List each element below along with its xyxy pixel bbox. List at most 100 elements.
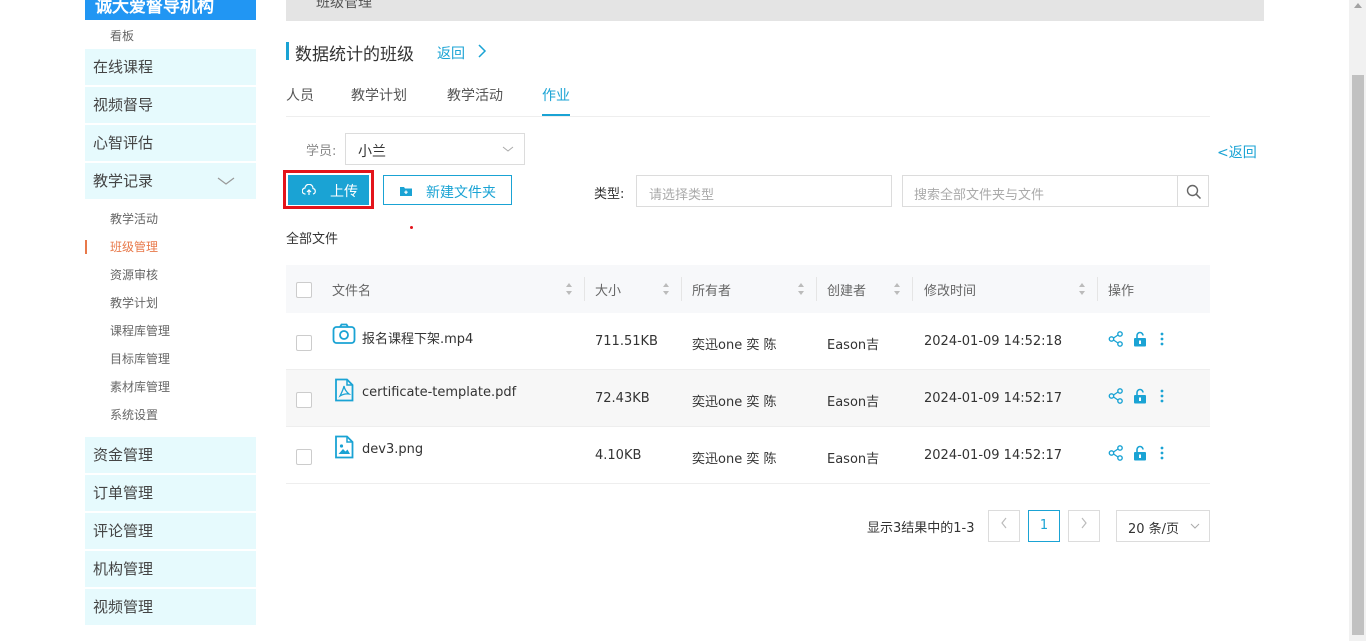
sort-icon[interactable] xyxy=(797,282,805,296)
sort-icon[interactable] xyxy=(565,282,573,296)
upload-label: 上传 xyxy=(330,184,358,200)
tab-teaching-activity[interactable]: 教学活动 xyxy=(447,85,503,114)
sidebar-sub-resource-review[interactable]: 资源审核 xyxy=(110,266,158,283)
share-icon[interactable] xyxy=(1108,445,1124,461)
sidebar-sub-teaching-plan[interactable]: 教学计划 xyxy=(110,294,158,311)
all-files-label: 全部文件 xyxy=(286,232,339,247)
scroll-up-arrow-icon[interactable] xyxy=(1354,3,1362,8)
file-creator: Eason吉 xyxy=(827,395,880,410)
sidebar-item-funds[interactable]: 资金管理 xyxy=(85,437,256,473)
student-label: 学员: xyxy=(306,144,337,159)
sidebar-item-mind-assessment[interactable]: 心智评估 xyxy=(85,125,256,161)
page-scrollbar[interactable] xyxy=(1349,0,1366,641)
title-accent-bar xyxy=(286,42,289,60)
sidebar-item-institutions[interactable]: 机构管理 xyxy=(85,551,256,587)
type-select[interactable]: 请选择类型 xyxy=(636,175,892,207)
student-select[interactable]: 小兰 xyxy=(345,133,525,165)
sidebar-item-teaching-records[interactable]: 教学记录 xyxy=(85,163,256,199)
table-row[interactable]: dev3.png 4.10KB 奕迅one 奕 陈 Eason吉 2024-01… xyxy=(286,427,1210,484)
file-creator: Eason吉 xyxy=(827,452,880,467)
back-right-link[interactable]: <返回 xyxy=(1217,142,1257,162)
row-checkbox[interactable] xyxy=(296,335,312,351)
page-number-button[interactable]: 1 xyxy=(1028,510,1060,542)
file-size: 711.51KB xyxy=(595,334,658,349)
upload-button[interactable]: 上传 xyxy=(288,175,369,205)
page-title: 数据统计的班级 xyxy=(295,45,414,65)
header-size[interactable]: 大小 xyxy=(595,280,621,299)
search-input[interactable]: 搜索全部文件夹与文件 xyxy=(902,175,1178,207)
sidebar-item-videos[interactable]: 视频管理 xyxy=(85,589,256,625)
upload-cloud-icon xyxy=(302,184,316,195)
chevron-right-icon xyxy=(1081,517,1087,529)
row-checkbox[interactable] xyxy=(296,392,312,408)
pagination-summary: 显示3结果中的1-3 xyxy=(867,521,975,536)
chevron-down-icon xyxy=(217,177,235,185)
table-row[interactable]: 报名课程下架.mp4 711.51KB 奕迅one 奕 陈 Eason吉 202… xyxy=(286,313,1210,370)
file-name[interactable]: dev3.png xyxy=(362,442,423,457)
select-all-checkbox[interactable] xyxy=(296,282,312,298)
column-divider xyxy=(584,277,585,301)
sidebar-item-label: 教学记录 xyxy=(93,172,154,190)
sidebar-sub-goal-library[interactable]: 目标库管理 xyxy=(110,350,170,367)
table-row[interactable]: certificate-template.pdf 72.43KB 奕迅one 奕… xyxy=(286,370,1210,427)
file-table: 文件名 大小 所有者 创建者 修改时间 操作 报名课程下架.mp4 711.51… xyxy=(286,265,1210,484)
sidebar-sub-system-settings[interactable]: 系统设置 xyxy=(110,406,158,423)
chevron-down-icon xyxy=(1190,523,1200,529)
sort-icon[interactable] xyxy=(893,282,901,296)
table-header: 文件名 大小 所有者 创建者 修改时间 操作 xyxy=(286,265,1210,313)
folder-icon xyxy=(400,187,412,196)
page-size-select[interactable]: 20 条/页 xyxy=(1116,510,1210,542)
sidebar-sub-course-library[interactable]: 课程库管理 xyxy=(110,322,170,339)
marker-dot xyxy=(410,226,413,229)
image-file-icon xyxy=(335,435,354,459)
prev-page-button[interactable] xyxy=(988,510,1020,542)
tab-homework[interactable]: 作业 xyxy=(542,85,570,116)
row-checkbox[interactable] xyxy=(296,449,312,465)
sidebar-sub-material-library[interactable]: 素材库管理 xyxy=(110,378,170,395)
header-owner[interactable]: 所有者 xyxy=(692,280,731,299)
header-modified[interactable]: 修改时间 xyxy=(924,280,976,299)
share-icon[interactable] xyxy=(1108,331,1124,347)
back-link[interactable]: 返回 xyxy=(437,43,465,63)
unlock-icon[interactable] xyxy=(1132,331,1148,347)
brand-title: 诚大爱督导机构 xyxy=(85,0,256,20)
sidebar-item-video-supervision[interactable]: 视频督导 xyxy=(85,87,256,123)
sidebar-item-orders[interactable]: 订单管理 xyxy=(85,475,256,511)
unlock-icon[interactable] xyxy=(1132,445,1148,461)
new-folder-button[interactable]: 新建文件夹 xyxy=(383,175,512,205)
tab-teaching-plan[interactable]: 教学计划 xyxy=(351,85,407,114)
column-divider xyxy=(681,277,682,301)
sidebar-item-comments[interactable]: 评论管理 xyxy=(85,513,256,549)
header-creator[interactable]: 创建者 xyxy=(827,280,866,299)
sidebar: 诚大爱督导机构 看板 在线课程 视频督导 心智评估 教学记录 教学活动 班级管理… xyxy=(85,0,256,641)
search-button[interactable] xyxy=(1177,175,1209,207)
sort-icon[interactable] xyxy=(1078,282,1086,296)
more-vertical-icon[interactable] xyxy=(1158,331,1166,347)
more-vertical-icon[interactable] xyxy=(1158,388,1166,404)
file-size: 72.43KB xyxy=(595,391,650,406)
unlock-icon[interactable] xyxy=(1132,388,1148,404)
sort-icon[interactable] xyxy=(662,282,670,296)
file-modified: 2024-01-09 14:52:18 xyxy=(924,334,1063,349)
breadcrumb: 班级管理 xyxy=(316,0,372,11)
sidebar-item-dashboard[interactable]: 看板 xyxy=(110,27,134,44)
file-size: 4.10KB xyxy=(595,448,642,463)
sidebar-item-online-courses[interactable]: 在线课程 xyxy=(85,49,256,85)
chevron-right-icon[interactable] xyxy=(475,43,489,59)
sidebar-sub-class-management[interactable]: 班级管理 xyxy=(110,238,158,255)
file-owner: 奕迅one 奕 陈 xyxy=(692,338,777,353)
more-vertical-icon[interactable] xyxy=(1158,445,1166,461)
file-name[interactable]: certificate-template.pdf xyxy=(362,385,516,400)
next-page-button[interactable] xyxy=(1068,510,1100,542)
file-name[interactable]: 报名课程下架.mp4 xyxy=(362,328,473,347)
header-filename[interactable]: 文件名 xyxy=(332,280,371,299)
student-select-value: 小兰 xyxy=(358,144,386,160)
tab-members[interactable]: 人员 xyxy=(286,85,314,114)
scrollbar-thumb[interactable] xyxy=(1352,75,1364,635)
file-modified: 2024-01-09 14:52:17 xyxy=(924,448,1063,463)
file-creator: Eason吉 xyxy=(827,338,880,353)
sidebar-sub-teaching-activity[interactable]: 教学活动 xyxy=(110,210,158,227)
page-size-value: 20 条/页 xyxy=(1128,522,1180,537)
active-indicator xyxy=(85,240,87,254)
share-icon[interactable] xyxy=(1108,388,1124,404)
